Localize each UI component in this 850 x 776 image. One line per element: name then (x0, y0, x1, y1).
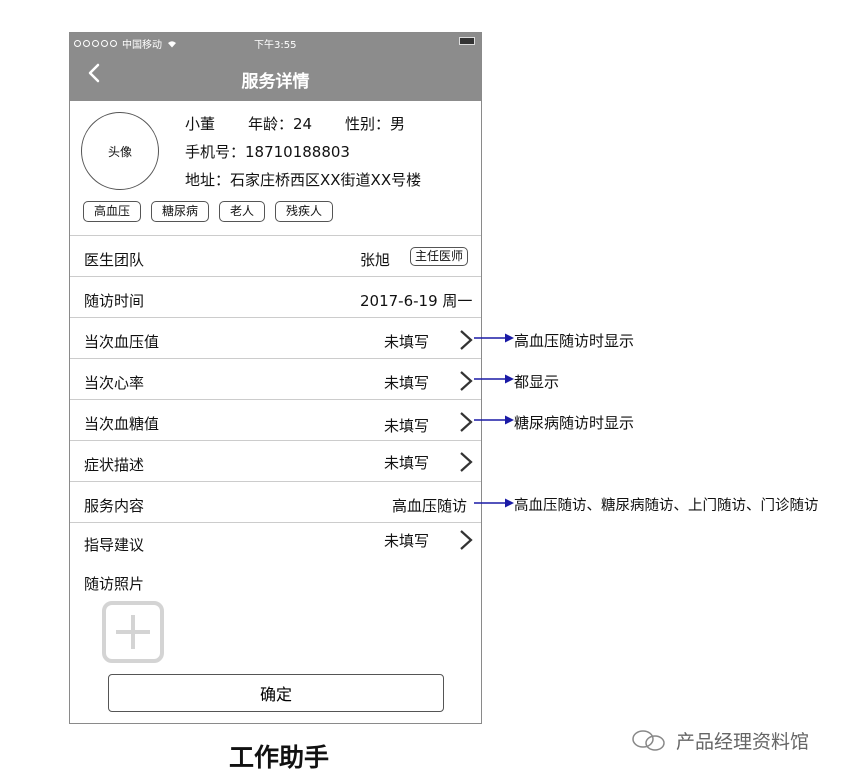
annotation-blood-pressure: 高血压随访时显示 (514, 332, 635, 350)
visit-time-label: 随访时间 (84, 292, 145, 310)
avatar: 头像 (81, 112, 159, 190)
confirm-button[interactable]: 确定 (108, 674, 444, 712)
blood-sugar-label: 当次血糖值 (84, 415, 160, 433)
phone-screen: 中国移动 下午3:55 服务详情 头像 小董 年龄：24 性别：男 手机号：18… (69, 32, 482, 724)
watermark: 产品经理资料馆 (630, 727, 809, 754)
doctor-team-label: 医生团队 (84, 251, 145, 269)
divider (70, 522, 481, 523)
doctor-title-badge: 主任医师 (410, 247, 469, 266)
avatar-label: 头像 (107, 144, 132, 159)
chevron-right-icon[interactable] (458, 529, 474, 551)
wifi-icon (168, 40, 176, 47)
annotation-service-content: 高血压随访、糖尿病随访、上门随访、门诊随访 (514, 498, 819, 514)
page-title: 服务详情 (241, 72, 310, 92)
blood-pressure-value[interactable]: 未填写 (384, 331, 429, 352)
divider (70, 317, 481, 318)
patient-address: 地址：石家庄桥西区XX街道XX号楼 (185, 171, 422, 189)
status-bar: 中国移动 下午3:55 (70, 33, 481, 53)
photos-label: 随访照片 (84, 575, 145, 593)
nav-bar: 服务详情 (70, 53, 481, 101)
divider (70, 358, 481, 359)
divider (70, 481, 481, 482)
battery-icon (459, 37, 475, 45)
tag-diabetes: 糖尿病 (151, 201, 210, 222)
symptoms-label: 症状描述 (84, 456, 145, 474)
divider (70, 440, 481, 441)
blood-sugar-value[interactable]: 未填写 (384, 415, 429, 436)
patient-gender: 性别：男 (345, 115, 406, 133)
divider (70, 399, 481, 400)
status-time: 下午3:55 (254, 40, 297, 51)
service-content-label: 服务内容 (84, 497, 145, 515)
guidance-value[interactable]: 未填写 (384, 530, 429, 551)
tag-disabled: 残疾人 (275, 201, 334, 222)
annotation-heart-rate: 都显示 (514, 373, 560, 391)
blood-pressure-label: 当次血压值 (84, 333, 160, 351)
signal-icon (74, 40, 117, 47)
screen-caption: 工作助手 (229, 743, 330, 772)
patient-phone: 手机号：18710188803 (185, 143, 350, 161)
carrier-label: 中国移动 (122, 40, 162, 51)
divider (70, 276, 481, 277)
patient-age: 年龄：24 (248, 115, 313, 133)
add-photo-icon[interactable] (102, 601, 164, 663)
annotation-blood-sugar: 糖尿病随访时显示 (514, 414, 635, 432)
guidance-label: 指导建议 (84, 536, 145, 554)
visit-time-value[interactable]: 2017-6-19 周一 (360, 290, 472, 311)
heart-rate-label: 当次心率 (84, 374, 145, 392)
symptoms-value[interactable]: 未填写 (384, 452, 429, 473)
tag-elderly: 老人 (219, 201, 266, 222)
tag-hypertension: 高血压 (83, 201, 142, 222)
doctor-name: 张旭 (360, 251, 391, 269)
service-content-value[interactable]: 高血压随访 (392, 495, 467, 516)
divider (70, 235, 481, 236)
annotation-arrows (474, 333, 514, 508)
tag-list: 高血压 糖尿病 老人 残疾人 (83, 201, 334, 222)
watermark-text: 产品经理资料馆 (676, 731, 810, 753)
wechat-icon (632, 729, 665, 751)
heart-rate-value[interactable]: 未填写 (384, 372, 429, 393)
patient-name: 小董 (185, 115, 216, 133)
